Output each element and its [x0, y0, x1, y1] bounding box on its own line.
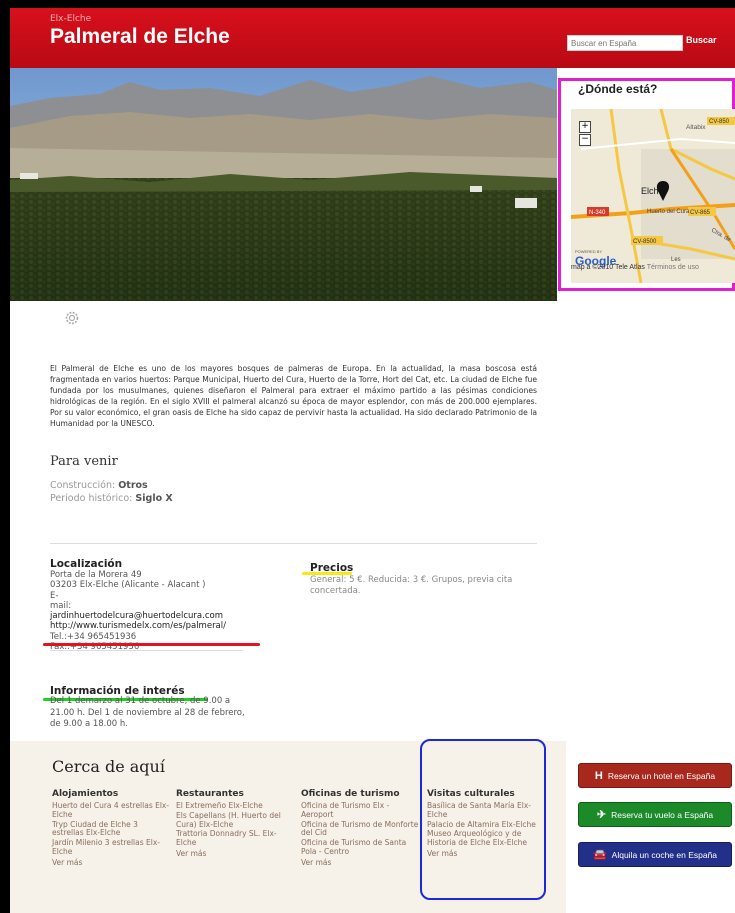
periodo-line: Periodo histórico: Siglo X: [50, 493, 173, 504]
red-underline-mark: [43, 643, 260, 646]
construccion-label: Construcción:: [50, 480, 116, 491]
address-line-1: Porta de la Morera 49: [50, 570, 142, 580]
list-item[interactable]: Oficina de Turismo de Monforte del Cid: [301, 820, 419, 839]
list-item[interactable]: El Extremeño Elx-Elche: [176, 801, 294, 811]
map-label-n340: N-340: [589, 210, 606, 216]
nearby-heading: Cerca de aquí: [52, 757, 165, 776]
localizacion-details: Porta de la Morera 49 03203 Elx-Elche (A…: [50, 570, 226, 652]
info-divider: [50, 650, 243, 651]
list-item[interactable]: Oficina de Turismo Elx - Aeroport: [301, 801, 419, 820]
page-title[interactable]: Palmeral de Elche: [50, 25, 230, 49]
map-label-cv865: CV-865: [690, 210, 711, 216]
list-item[interactable]: Els Capellans (H. Huerto del Cura) Elx-E…: [176, 811, 294, 830]
map-roads: N-340 CV-865 CV-8500 CV-850 Altabix Elch…: [571, 109, 735, 283]
periodo-label: Periodo histórico:: [50, 493, 133, 504]
periodo-value: Siglo X: [135, 493, 173, 504]
phone-text: Tel.:+34 965451936: [50, 631, 137, 642]
ver-mas-link[interactable]: Ver más: [52, 858, 170, 867]
car-icon: 🚘: [592, 849, 607, 861]
list-item[interactable]: Jardín Milenio 3 estrellas Elx-Elche: [52, 838, 170, 857]
para-venir-heading: Para venir: [50, 454, 118, 469]
informacion-text: Del 1 demarzo al 31 de octubre, de 9.00 …: [50, 696, 245, 729]
email-label-2: mail:: [50, 600, 72, 611]
gear-icon[interactable]: [65, 311, 79, 325]
ver-mas-link[interactable]: Ver más: [176, 849, 294, 858]
search-input[interactable]: [567, 35, 683, 51]
site-subtitle: Elx-Elche: [50, 14, 92, 24]
col-heading: Oficinas de turismo: [301, 789, 400, 799]
map-label-huerto: Huerto del Cura: [647, 209, 690, 215]
nearby-col-alojamientos: Alojamientos Huerto del Cura 4 estrellas…: [52, 789, 170, 867]
cultural-highlight-frame: [420, 739, 546, 900]
section-divider: [50, 543, 537, 544]
localizacion-heading: Localización: [50, 558, 123, 570]
palm-grove-image: [10, 68, 557, 301]
map-label-altabix: Altabix: [686, 124, 706, 131]
book-flight-button[interactable]: ✈ Reserva tu vuelo a España: [578, 802, 732, 827]
construccion-value: Otros: [118, 480, 148, 491]
book-hotel-label: Reserva un hotel en España: [607, 770, 716, 781]
precios-text: General: 5 €. Reducida: 3 €. Grupos, pre…: [310, 575, 513, 596]
nearby-col-restaurantes: Restaurantes El Extremeño Elx-Elche Els …: [176, 789, 294, 858]
page: Elx-Elche Palmeral de Elche Buscar en Es…: [10, 8, 735, 913]
book-flight-label: Reserva tu vuelo a España: [611, 809, 714, 820]
ver-mas-link[interactable]: Ver más: [301, 858, 419, 867]
email-link[interactable]: jardinhuertodelcura@huertodelcura.com: [50, 611, 226, 621]
list-item[interactable]: Trattoria Donnadry SL. Elx-Elche: [176, 830, 294, 848]
rent-car-label: Alquila un coche en España: [611, 849, 718, 860]
email-label-1: E-: [50, 590, 59, 601]
map-attribution: map a ©2010 Tele Atlas: [571, 264, 645, 271]
hero-photo: [10, 68, 557, 301]
rent-car-button[interactable]: 🚘 Alquila un coche en España: [578, 842, 732, 867]
map-zoom-in-button[interactable]: +: [579, 121, 591, 133]
location-map[interactable]: N-340 CV-865 CV-8500 CV-850 Altabix Elch…: [571, 109, 735, 283]
construccion-line: Construcción: Otros: [50, 480, 148, 491]
map-label-cv8500: CV-8500: [633, 239, 657, 245]
col-heading: Alojamientos: [52, 789, 119, 799]
map-zoom-out-button[interactable]: −: [579, 134, 591, 146]
map-terms-link[interactable]: Términos de uso: [647, 264, 699, 271]
book-hotel-button[interactable]: H Reserva un hotel en España: [578, 763, 732, 788]
search-button[interactable]: Buscar: [686, 35, 717, 45]
address-line-2: 03203 Elx-Elche (Alicante - Alacant ): [50, 580, 206, 591]
hotel-icon: H: [594, 769, 603, 782]
list-item[interactable]: Tryp Ciudad de Elche 3 estrellas Elx-Elc…: [52, 820, 170, 839]
plane-icon: ✈: [596, 809, 607, 821]
nearby-col-oficinas: Oficinas de turismo Oficina de Turismo E…: [301, 789, 419, 867]
description-text: El Palmeral de Elche es uno de los mayor…: [50, 364, 537, 428]
col-heading: Restaurantes: [176, 789, 244, 799]
site-header: Elx-Elche Palmeral de Elche Buscar: [10, 8, 735, 68]
map-title: ¿Dónde está?: [578, 82, 658, 96]
list-item[interactable]: Huerto del Cura 4 estrellas Elx-Elche: [52, 801, 170, 820]
map-label-les: Les: [671, 257, 681, 263]
map-footer: map a ©2010 Tele Atlas Términos de uso: [571, 264, 699, 271]
website-link[interactable]: http://www.turismedelx.com/es/palmeral/: [50, 621, 226, 631]
map-label-cv850: CV-850: [709, 119, 730, 125]
list-item[interactable]: Oficina de Turismo de Santa Pola - Centr…: [301, 838, 419, 857]
